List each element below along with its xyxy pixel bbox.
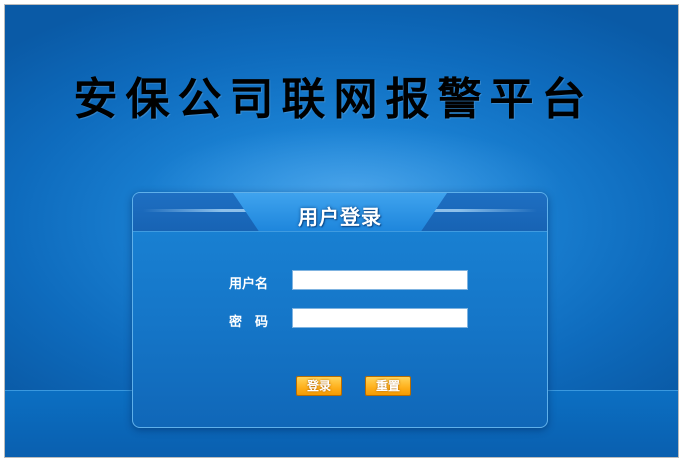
password-label: 密 码 (229, 315, 269, 330)
reset-button[interactable]: 重置 (365, 376, 411, 396)
page-title: 安保公司联网报警平台 (73, 74, 594, 125)
page-frame: 安保公司联网报警平台 用户登录 用户名 密 码 登录 重置 (4, 4, 679, 458)
login-button[interactable]: 登录 (296, 376, 342, 396)
login-panel-header: 用户登录 (133, 193, 547, 232)
username-label: 用户名 (229, 277, 269, 292)
password-input[interactable] (292, 308, 468, 328)
username-input[interactable] (292, 270, 468, 290)
login-panel: 用户登录 用户名 密 码 登录 重置 (132, 192, 548, 428)
login-title: 用户登录 (298, 205, 382, 229)
